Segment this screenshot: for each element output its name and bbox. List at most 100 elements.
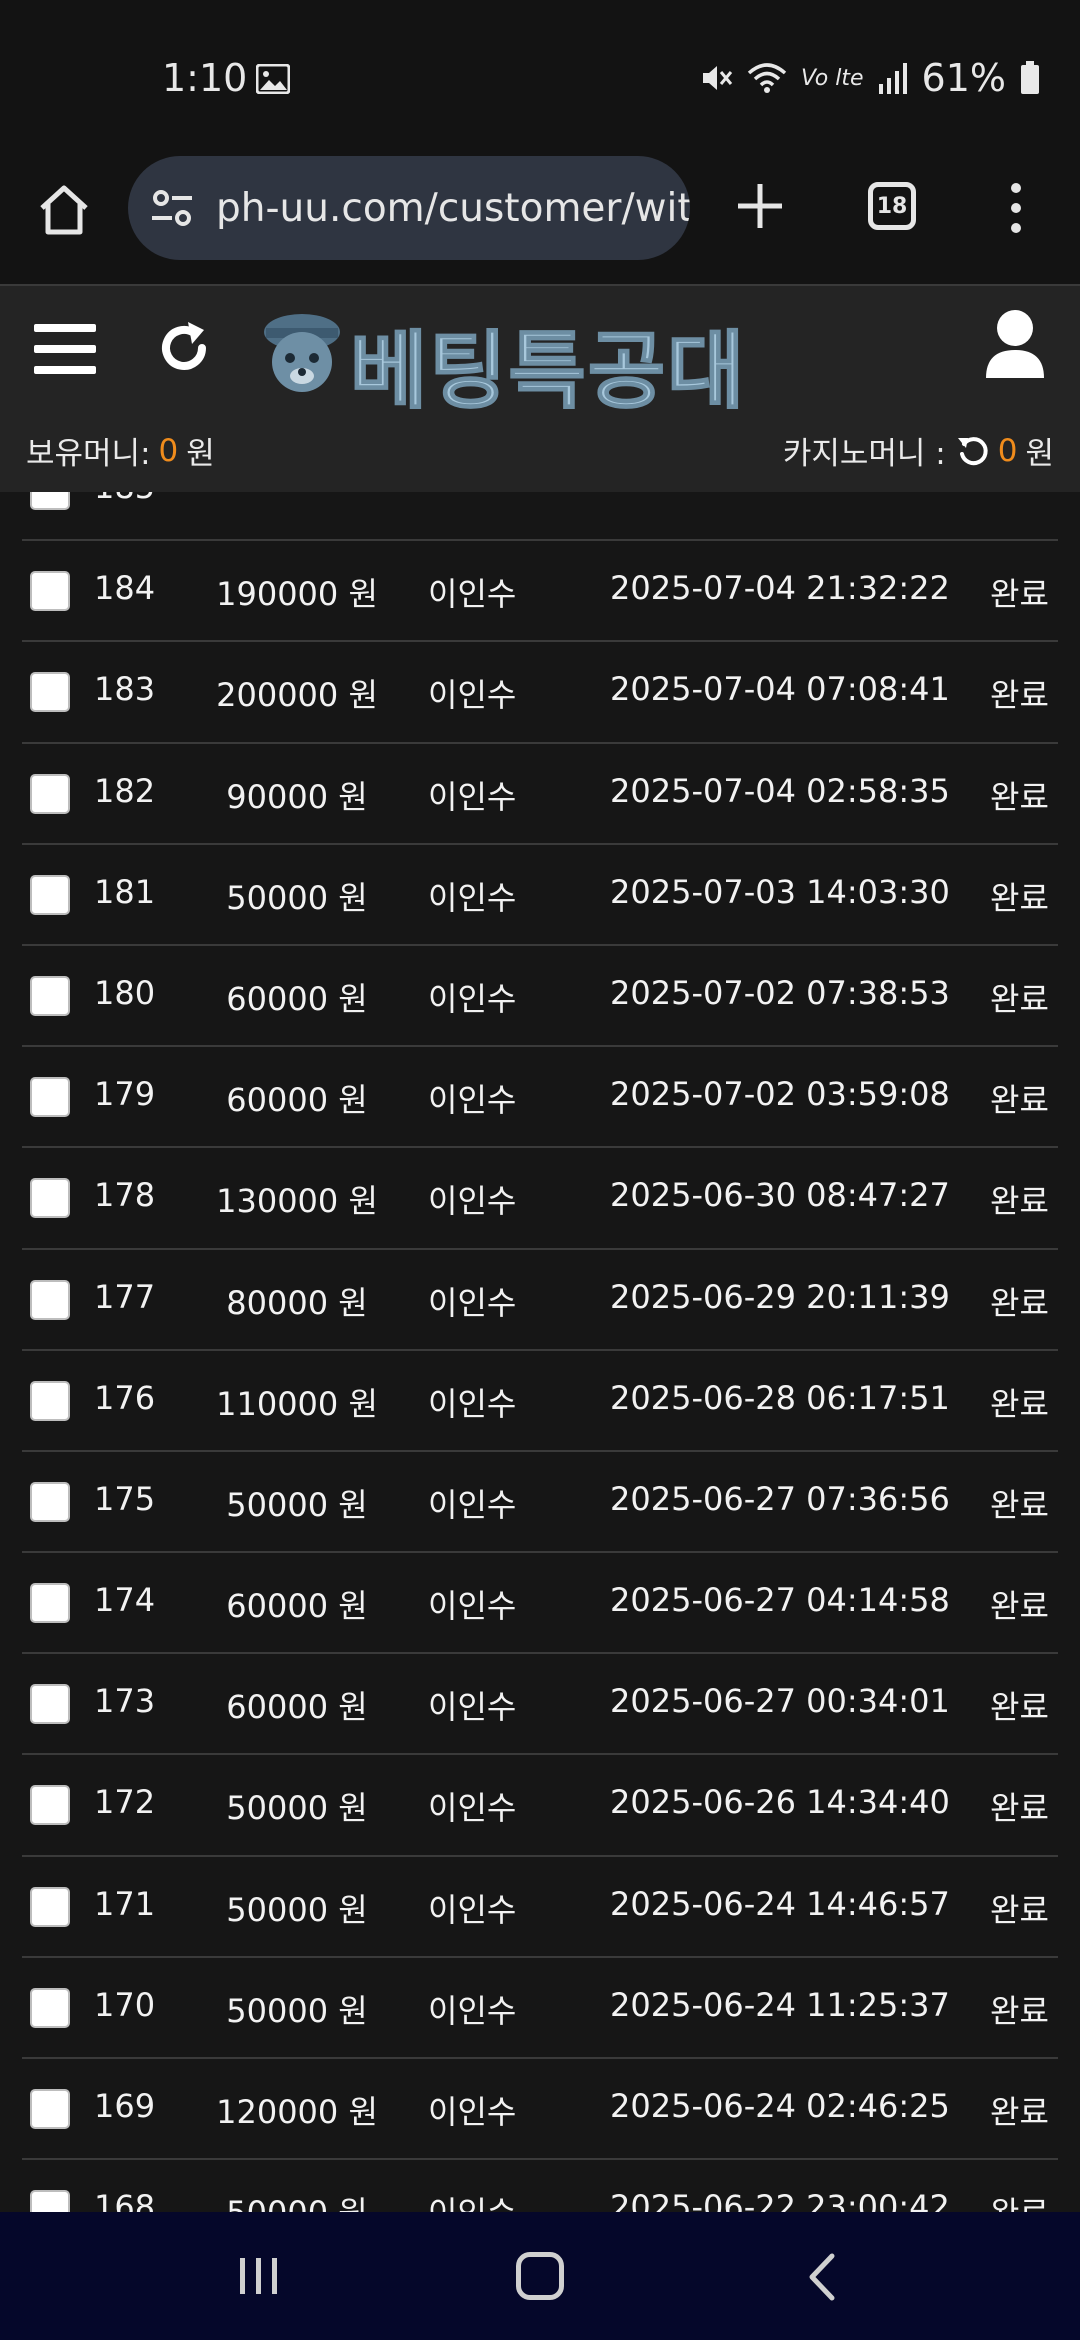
row-name: 이인수 bbox=[428, 1182, 517, 1221]
row-name: 이인수 bbox=[428, 777, 517, 816]
row-number: 181 bbox=[94, 872, 156, 911]
row-number: 168 bbox=[94, 2188, 156, 2212]
back-icon[interactable] bbox=[806, 2252, 836, 2302]
row-number: 169 bbox=[94, 2087, 156, 2125]
table-row: 183 200000 원 이인수 2025-07-04 07:08:41 완료 bbox=[22, 642, 1058, 744]
table-row: 174 60000 원 이인수 2025-06-27 04:14:58 완료 bbox=[22, 1553, 1058, 1655]
mascot-icon bbox=[264, 314, 340, 392]
new-tab-icon[interactable] bbox=[734, 180, 786, 232]
row-date: 2025-07-04 07:08:41 bbox=[610, 670, 950, 709]
row-name: 이인수 bbox=[428, 676, 517, 715]
row-date: 2025-06-26 14:34:40 bbox=[610, 1783, 950, 1822]
row-status: 완료 bbox=[990, 2093, 1049, 2131]
row-status: 완료 bbox=[990, 575, 1049, 614]
row-date: 2025-06-30 08:47:27 bbox=[610, 1176, 950, 1215]
table-row: 184 190000 원 이인수 2025-07-04 21:32:22 완료 bbox=[22, 541, 1058, 643]
user-icon[interactable] bbox=[984, 308, 1046, 380]
hamburger-menu-icon[interactable] bbox=[34, 322, 96, 376]
balance-label: 보유머니: bbox=[26, 436, 151, 472]
row-amount: 190000 원 bbox=[216, 575, 378, 614]
row-name: 이인수 bbox=[428, 878, 517, 917]
row-checkbox[interactable] bbox=[30, 1583, 70, 1624]
url-text[interactable]: ph-uu.com/customer/wit bbox=[216, 186, 690, 231]
table-row: 175 50000 원 이인수 2025-06-27 07:36:56 완료 bbox=[22, 1452, 1058, 1554]
home-icon[interactable] bbox=[36, 182, 92, 238]
address-bar[interactable]: ph-uu.com/customer/wit bbox=[128, 156, 690, 260]
row-number: 171 bbox=[94, 1884, 156, 1923]
row-amount: 50000 원 bbox=[226, 1991, 368, 2030]
system-nav-bar bbox=[0, 2212, 1080, 2340]
row-checkbox[interactable] bbox=[30, 672, 70, 713]
row-status: 완료 bbox=[990, 1789, 1049, 1828]
row-name: 이인수 bbox=[428, 979, 517, 1018]
volte-indicator: Vo lte bbox=[801, 65, 864, 91]
more-menu-icon[interactable] bbox=[1008, 180, 1024, 236]
browser-toolbar: ph-uu.com/customer/wit 18 bbox=[0, 150, 1080, 284]
recent-apps-icon[interactable] bbox=[236, 2256, 282, 2296]
row-status: 완료 bbox=[990, 979, 1049, 1018]
row-number: 175 bbox=[94, 1479, 156, 1518]
row-checkbox[interactable] bbox=[30, 1077, 70, 1118]
row-number: 185 bbox=[94, 492, 155, 506]
row-checkbox[interactable] bbox=[30, 571, 70, 612]
row-amount: 60000 원 bbox=[226, 979, 368, 1018]
row-checkbox[interactable] bbox=[30, 2190, 70, 2212]
site-logo[interactable]: 베팅특공대 bbox=[258, 300, 824, 421]
row-amount: 80000 원 bbox=[226, 1283, 368, 1322]
balance-value: 0 bbox=[158, 432, 179, 469]
row-amount: 60000 원 bbox=[226, 1081, 368, 1120]
row-checkbox[interactable] bbox=[30, 1178, 70, 1219]
row-amount: 60000 원 bbox=[226, 1587, 368, 1626]
row-number: 174 bbox=[94, 1581, 156, 1620]
row-checkbox[interactable] bbox=[30, 975, 70, 1016]
row-checkbox[interactable] bbox=[30, 874, 70, 915]
battery-icon bbox=[1021, 61, 1039, 94]
refresh-icon[interactable] bbox=[154, 318, 214, 378]
row-checkbox[interactable] bbox=[30, 492, 70, 510]
table-row: 177 80000 원 이인수 2025-06-29 20:11:39 완료 bbox=[22, 1250, 1058, 1351]
casino-refresh-icon[interactable] bbox=[956, 434, 990, 468]
row-checkbox[interactable] bbox=[30, 2089, 70, 2129]
row-date: 2025-06-28 06:17:51 bbox=[610, 1378, 950, 1417]
status-bar: 1:10 Vo lte 61% bbox=[0, 0, 1080, 150]
row-status: 완료 bbox=[990, 676, 1049, 715]
wifi-icon bbox=[747, 63, 787, 93]
row-checkbox[interactable] bbox=[30, 1481, 70, 1522]
row-name: 이인수 bbox=[428, 1384, 517, 1423]
table-row: 176 110000 원 이인수 2025-06-28 06:17:51 완료 bbox=[22, 1351, 1058, 1452]
home-button-icon[interactable] bbox=[516, 2252, 564, 2300]
tabs-icon[interactable]: 18 bbox=[868, 182, 916, 230]
row-checkbox[interactable] bbox=[30, 1684, 70, 1725]
row-date: 2025-06-27 00:34:01 bbox=[610, 1682, 950, 1721]
row-checkbox[interactable] bbox=[30, 1785, 70, 1826]
row-number: 170 bbox=[94, 1985, 156, 2024]
row-date: 2025-06-27 07:36:56 bbox=[610, 1479, 950, 1518]
row-checkbox[interactable] bbox=[30, 1279, 70, 1320]
row-checkbox[interactable] bbox=[30, 1886, 70, 1927]
row-date: 2025-07-02 07:38:53 bbox=[610, 973, 950, 1012]
casino-unit: 원 bbox=[1025, 436, 1054, 472]
table-row: 179 60000 원 이인수 2025-07-02 03:59:08 완료 bbox=[22, 1047, 1058, 1149]
table-row: 172 50000 원 이인수 2025-06-26 14:34:40 완료 bbox=[22, 1755, 1058, 1857]
row-amount: 130000 원 bbox=[216, 1182, 378, 1221]
row-name: 이인수 bbox=[428, 1991, 517, 2030]
signal-icon bbox=[878, 63, 907, 94]
row-checkbox[interactable] bbox=[30, 1380, 70, 1421]
row-status: 완료 bbox=[990, 1485, 1049, 1524]
row-status: 완료 bbox=[990, 1081, 1049, 1120]
row-number: 184 bbox=[94, 569, 156, 608]
withdrawal-table: 185184190000 원이인수2025-07-04 21:32:22완료18… bbox=[0, 492, 1080, 2212]
row-checkbox[interactable] bbox=[30, 773, 70, 814]
row-amount: 110000 원 bbox=[216, 1384, 378, 1423]
row-status: 완료 bbox=[990, 878, 1049, 917]
site-header: 베팅특공대 보유머니: 0 원 카지노머니 : 0 원 bbox=[0, 286, 1080, 492]
row-date: 2025-07-04 02:58:35 bbox=[610, 771, 950, 810]
row-amount: 120000 원 bbox=[216, 2093, 378, 2131]
row-name: 이인수 bbox=[428, 2188, 516, 2212]
casino-label: 카지노머니 : bbox=[782, 436, 946, 472]
table-row: 170 50000 원 이인수 2025-06-24 11:25:37 완료 bbox=[22, 1958, 1058, 2059]
row-checkbox[interactable] bbox=[30, 1987, 70, 2028]
row-date: 2025-06-27 04:14:58 bbox=[610, 1581, 950, 1620]
site-settings-icon[interactable] bbox=[148, 184, 196, 232]
row-amount: 50000 원 bbox=[226, 1890, 368, 1929]
